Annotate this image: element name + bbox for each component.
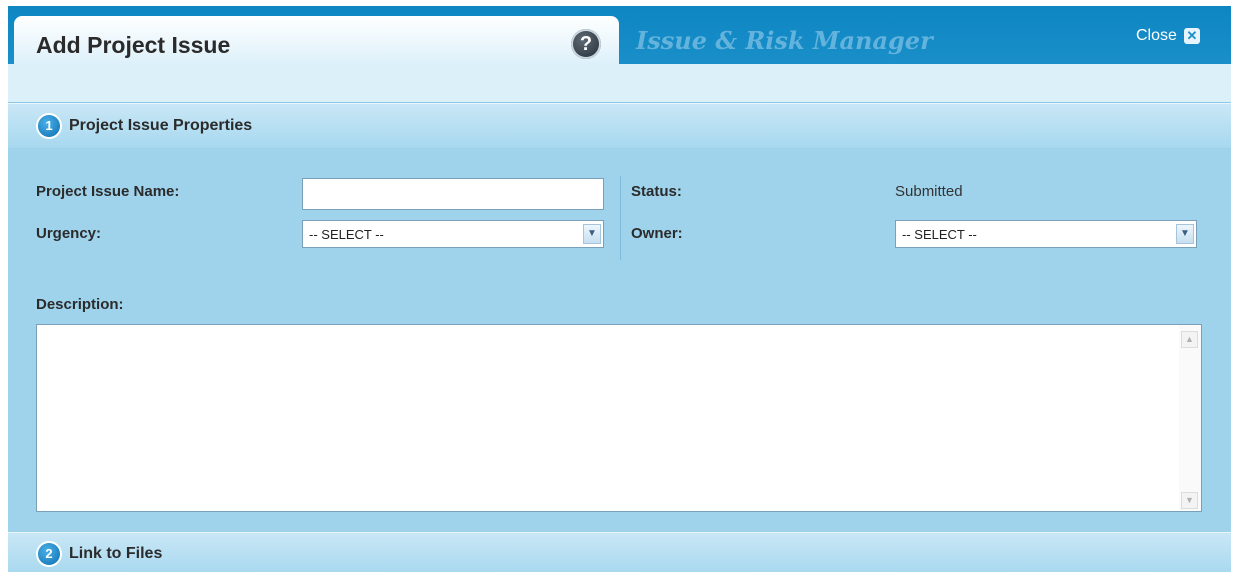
column-divider [620, 176, 621, 260]
dialog-title-tab: Add Project Issue ? [14, 16, 619, 66]
section-header-properties[interactable]: 1 Project Issue Properties [8, 103, 1231, 148]
help-icon[interactable]: ? [571, 29, 601, 59]
issue-name-input[interactable] [302, 178, 604, 210]
close-button[interactable]: Close ✕ [1136, 27, 1200, 45]
description-textarea[interactable]: ▲ ▼ [36, 324, 1202, 512]
dialog-title: Add Project Issue [36, 32, 231, 58]
toolbar-area [8, 64, 1231, 103]
dialog-header: Add Project Issue ? Issue & Risk Manager… [8, 6, 1231, 66]
app-title: Issue & Risk Manager [636, 26, 933, 55]
close-label: Close [1136, 27, 1177, 44]
chevron-down-icon[interactable]: ▼ [583, 224, 601, 244]
section-title: Link to Files [69, 545, 163, 562]
close-icon[interactable]: ✕ [1183, 28, 1200, 44]
add-project-issue-dialog: Add Project Issue ? Issue & Risk Manager… [8, 6, 1231, 572]
step-number-icon: 2 [38, 543, 60, 565]
urgency-select[interactable]: -- SELECT -- ▼ [302, 220, 604, 248]
scroll-up-icon[interactable]: ▲ [1181, 331, 1198, 348]
urgency-label: Urgency: [36, 225, 102, 242]
description-scrollbar[interactable]: ▲ ▼ [1179, 325, 1201, 511]
status-label: Status: [631, 183, 682, 200]
issue-name-label: Project Issue Name: [36, 183, 180, 200]
description-label: Description: [36, 296, 124, 313]
owner-select[interactable]: -- SELECT -- ▼ [895, 220, 1197, 248]
chevron-down-icon[interactable]: ▼ [1176, 224, 1194, 244]
urgency-selected-value: -- SELECT -- [309, 226, 384, 242]
owner-selected-value: -- SELECT -- [902, 226, 977, 242]
section-header-link-to-files[interactable]: 2 Link to Files [8, 532, 1231, 572]
section-title: Project Issue Properties [69, 117, 253, 134]
step-number-icon: 1 [38, 115, 60, 137]
status-value: Submitted [895, 183, 963, 200]
owner-label: Owner: [631, 225, 683, 242]
scroll-down-icon[interactable]: ▼ [1181, 492, 1198, 509]
